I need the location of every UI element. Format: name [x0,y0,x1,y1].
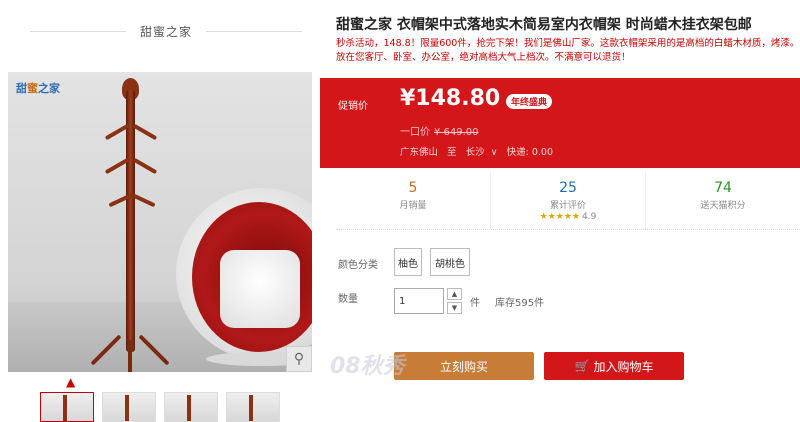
shop-name[interactable]: 甜蜜之家 [126,23,206,40]
rating-score: 4.9 [582,212,597,222]
thumbnail[interactable] [226,392,280,422]
promo-text: 秒杀活动，148.8！限量600件，抢完下架！我们是佛山厂家。这款衣帽架采用的是… [336,38,800,63]
stat-value: 74 [714,180,732,196]
add-to-cart-button[interactable]: 🛒 加入购物车 [544,352,684,380]
thumbnail-image [249,395,253,421]
event-badge: 年终盛典 [506,94,553,109]
quantity-decrease-button[interactable]: ▼ [447,302,462,314]
thumbnail-strip [40,392,280,422]
chevron-up-icon[interactable]: ▲ [66,375,75,389]
magnifier-icon[interactable]: ⚲ [286,346,312,372]
quantity-unit: 件 [470,298,480,309]
original-price: ¥ 649.00 [434,127,479,138]
divider [206,30,303,32]
shipping-row: 广东佛山 至 长沙 ∨ 快递: 0.00 [400,144,559,158]
original-price-label: 一口价 [400,127,430,138]
stat-points: 74 送天猫积分 [646,172,800,229]
sales-stats: 5 月销量 25 累计评价 ★★★★★ 4.9 74 送天猫积分 [336,172,800,230]
divider [30,30,126,32]
stat-reviews[interactable]: 25 累计评价 ★★★★★ 4.9 [491,172,646,229]
quantity-increase-button[interactable]: ▲ [447,288,462,300]
quantity-label: 数量 [338,294,358,305]
product-title: 甜蜜之家 衣帽架中式落地实木简易室内衣帽架 时尚蜡木挂衣架包邮 [336,17,752,33]
thumbnail-image [125,395,129,421]
stat-label: 送天猫积分 [700,201,746,211]
main-product-image[interactable]: 甜蜜之家 ⚲ [8,72,312,372]
color-label: 颜色分类 [338,260,378,271]
ship-from: 广东佛山 [400,147,439,158]
stat-value: 5 [408,180,418,196]
thumbnail[interactable] [102,392,156,422]
thumbnail[interactable] [164,392,218,422]
gallery-column: 甜蜜之家 甜蜜之家 ⚲ ▲ [0,0,320,422]
coat-rack-leg [128,340,132,372]
stat-label: 累计评价 [549,201,586,211]
ship-to-word: 至 [447,147,457,158]
coat-rack-pole [126,90,135,352]
buy-now-button[interactable]: 立刻购买 [394,352,534,380]
add-to-cart-label: 加入购物车 [593,359,654,374]
chevron-down-icon[interactable]: ∨ [491,147,498,158]
color-option-teak[interactable]: 柚色 [394,248,422,276]
ship-destination-select[interactable]: 长沙 [466,147,485,158]
price-panel: 促销价 ¥148.80 年终盛典 一口价 ¥ 649.00 广东佛山 至 长沙 ∨ … [320,78,800,168]
stat-value: 25 [559,180,577,196]
brand-logo: 甜蜜之家 [16,82,60,95]
thumbnail-image [187,395,191,421]
site-watermark: 08秋秀 [330,354,405,379]
shipping-fee: 快递: 0.00 [506,147,553,158]
thumbnail[interactable] [40,392,94,422]
cart-icon: 🛒 [574,359,590,373]
color-option-walnut[interactable]: 胡桃色 [430,248,470,276]
promo-price-label: 促销价 [338,101,368,112]
stat-monthly-sales: 5 月销量 [336,172,491,229]
shop-brand-bar: 甜蜜之家 [30,18,303,44]
quantity-input[interactable]: 1 [394,288,444,314]
ball-chair-cushion [220,250,300,328]
original-price-row: 一口价 ¥ 649.00 [400,123,479,138]
star-icon: ★★★★★ 4.9 [539,212,597,222]
thumbnail-image [63,395,67,421]
stat-label: 月销量 [399,201,427,211]
promo-price: ¥148.80 [400,86,501,111]
stock-count: 库存595件 [495,298,545,309]
